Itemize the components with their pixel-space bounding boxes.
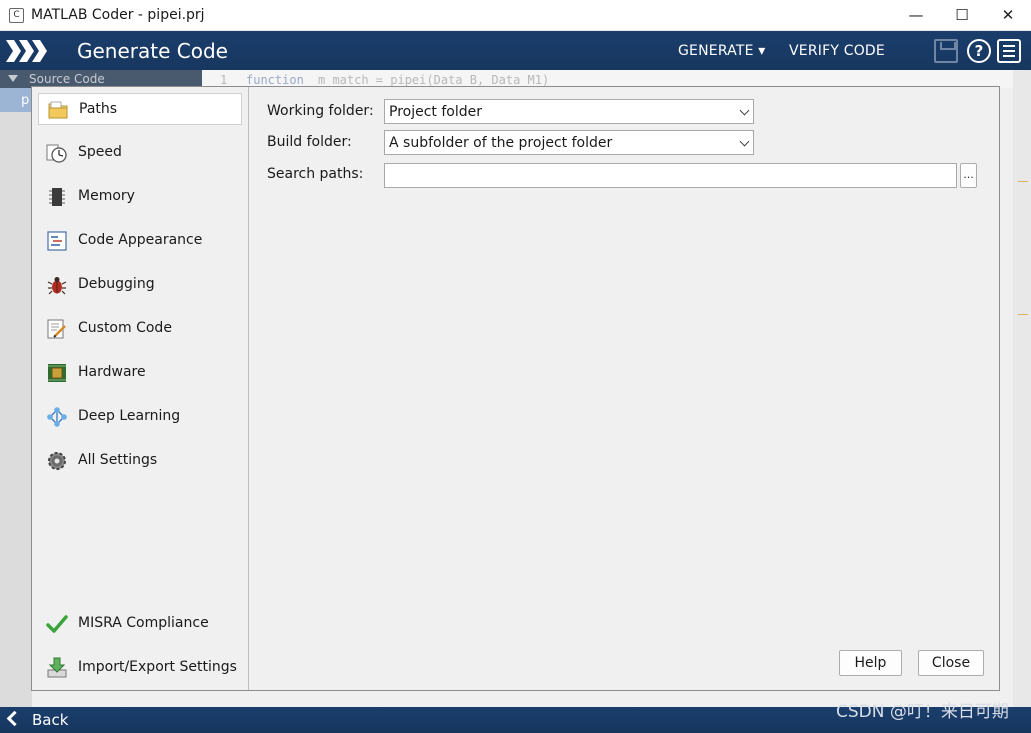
watermark-text: CSDN @叮！来日可期 (836, 702, 1009, 722)
sidebar-item-paths[interactable]: Paths (38, 93, 242, 125)
sidebar-item-label: All Settings (78, 452, 158, 468)
sidebar-item-debugging[interactable]: Debugging (38, 269, 242, 301)
sidebar-item-code-appearance[interactable]: Code Appearance (38, 225, 242, 257)
neural-network-icon (47, 407, 67, 427)
settings-dialog: Paths Speed Memory Code Appearance Debug… (31, 86, 1000, 691)
editor-scrollbar-track[interactable] (1013, 70, 1031, 710)
build-folder-label: Build folder: (267, 134, 352, 150)
sidebar-item-misra-compliance[interactable]: MISRA Compliance (38, 608, 242, 640)
source-code-label: Source Code (29, 72, 105, 86)
browse-search-paths-button[interactable]: ... (960, 163, 977, 188)
hardware-board-icon (48, 364, 66, 382)
sidebar-item-label: MISRA Compliance (78, 615, 209, 631)
sidebar-item-label: Import/Export Settings (78, 659, 237, 675)
help-icon[interactable]: ? (967, 39, 991, 63)
search-paths-input[interactable] (384, 163, 957, 188)
working-folder-value: Project folder (389, 104, 482, 120)
build-folder-select[interactable]: A subfolder of the project folder (384, 130, 754, 155)
chevron-left-icon[interactable] (6, 710, 23, 727)
background-left-pane (0, 70, 32, 710)
code-text: m_match = pipei(Data_B, Data_M1) (318, 73, 550, 87)
import-export-icon (47, 657, 67, 678)
maximize-button[interactable]: ☐ (939, 0, 985, 31)
sidebar-item-memory[interactable]: Memory (38, 181, 242, 213)
collapse-triangle-icon[interactable] (8, 75, 18, 82)
sidebar-item-hardware[interactable]: Hardware (38, 357, 242, 389)
sidebar-item-label: Custom Code (78, 320, 172, 336)
settings-category-sidebar: Paths Speed Memory Code Appearance Debug… (32, 87, 249, 690)
window-close-button[interactable]: ✕ (985, 0, 1031, 31)
minimize-button[interactable]: — (893, 0, 939, 31)
build-folder-value: A subfolder of the project folder (389, 135, 613, 151)
window-titlebar: C MATLAB Coder - pipei.prj — ☐ ✕ (0, 0, 1031, 31)
sidebar-item-label: Deep Learning (78, 408, 181, 424)
working-folder-label: Working folder: (267, 103, 374, 119)
generate-menu-button[interactable]: GENERATE ▾ (678, 43, 766, 59)
hamburger-menu-icon[interactable] (997, 39, 1021, 63)
chevron-down-icon (739, 105, 750, 116)
search-paths-label: Search paths: (267, 166, 364, 182)
checkmark-icon (46, 615, 68, 633)
app-header: Generate Code GENERATE ▾ VERIFY CODE ? (0, 31, 1031, 70)
workflow-steps-logo-icon (6, 40, 47, 62)
window-title: MATLAB Coder - pipei.prj (31, 7, 205, 23)
sidebar-item-label: Memory (78, 188, 135, 204)
sidebar-item-import-export-settings[interactable]: Import/Export Settings (38, 652, 242, 684)
scroll-marker (1018, 314, 1028, 315)
sidebar-item-label: Paths (79, 101, 118, 117)
sidebar-item-label: Hardware (78, 364, 146, 380)
bug-icon (47, 277, 67, 295)
stopwatch-icon (46, 144, 67, 163)
folder-icon (48, 101, 68, 119)
code-keyword: function (246, 73, 304, 87)
sidebar-item-custom-code[interactable]: Custom Code (38, 313, 242, 345)
scroll-marker (1018, 181, 1028, 182)
page-title: Generate Code (77, 39, 228, 63)
memory-chip-icon (49, 188, 65, 206)
working-folder-select[interactable]: Project folder (384, 99, 754, 124)
code-appearance-icon (47, 231, 67, 251)
matlab-coder-app-icon: C (9, 8, 24, 23)
line-number: 1 (220, 73, 228, 87)
paths-settings-panel: Working folder: Project folder Build fol… (250, 87, 999, 690)
sidebar-item-deep-learning[interactable]: Deep Learning (38, 401, 242, 433)
matlab-coder-window: C MATLAB Coder - pipei.prj — ☐ ✕ Generat… (0, 0, 1031, 733)
sidebar-item-label: Speed (78, 144, 122, 160)
sidebar-item-label: Debugging (78, 276, 155, 292)
sidebar-item-speed[interactable]: Speed (38, 137, 242, 169)
sidebar-item-label: Code Appearance (78, 232, 203, 248)
gear-icon (48, 452, 66, 470)
verify-code-button[interactable]: VERIFY CODE (789, 43, 885, 59)
selected-source-file-label: p (21, 93, 30, 108)
help-button[interactable]: Help (839, 650, 902, 676)
chevron-down-icon (739, 136, 750, 147)
sidebar-item-all-settings[interactable]: All Settings (38, 445, 242, 477)
custom-code-icon (47, 319, 66, 339)
back-button[interactable]: Back (32, 711, 68, 729)
close-button[interactable]: Close (918, 650, 984, 676)
save-icon[interactable] (934, 39, 958, 63)
